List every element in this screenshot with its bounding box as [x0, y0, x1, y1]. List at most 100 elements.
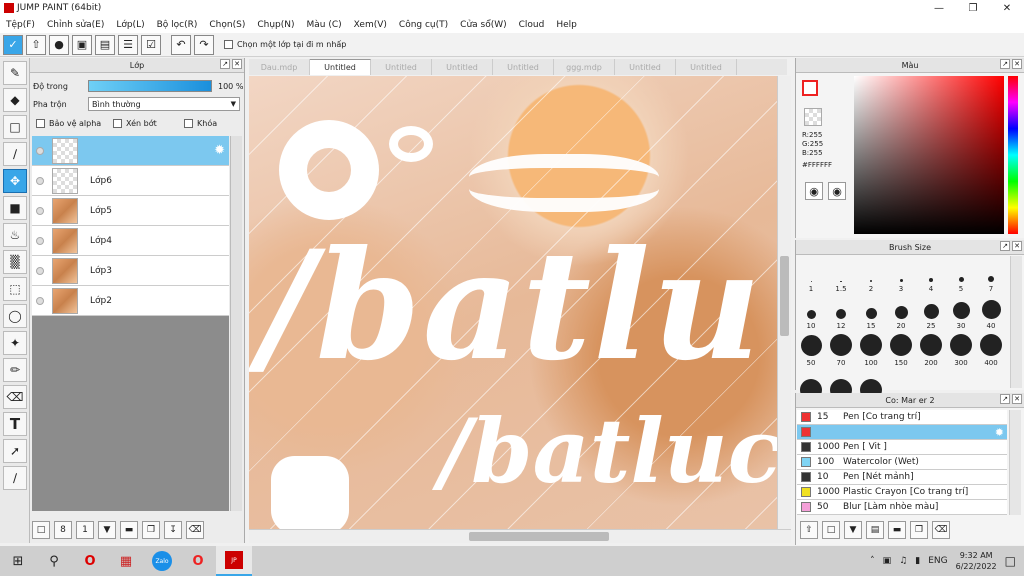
gradient-tool-icon[interactable]: ▒	[3, 250, 27, 274]
delete-brush-icon[interactable]: ⌫	[932, 521, 950, 539]
brush-list-scrollbar[interactable]	[1009, 410, 1021, 515]
select-eraser-tool-icon[interactable]: ⌫	[3, 385, 27, 409]
menu-window[interactable]: Cửa sổ(W)	[454, 20, 512, 30]
close-button[interactable]: ✕	[990, 0, 1024, 16]
brush-upload-icon[interactable]: ⇧	[800, 521, 818, 539]
search-icon[interactable]: ⚲	[36, 546, 72, 576]
brush-item[interactable]: 15 Pen [Co trang trí]	[797, 410, 1007, 425]
selection-tool-icon[interactable]: ⬚	[3, 277, 27, 301]
cloud-sync-icon[interactable]: ✓	[3, 34, 23, 55]
brush-size-scrollbar[interactable]	[1010, 256, 1022, 388]
palette-settings-icon[interactable]: ◉	[828, 182, 846, 200]
language-indicator[interactable]: ENG	[928, 556, 947, 566]
brush-tool-icon[interactable]: ✎	[3, 61, 27, 85]
menu-cloud[interactable]: Cloud	[513, 20, 551, 30]
minimize-button[interactable]: —	[922, 0, 956, 16]
brush-size-option[interactable]: 12	[826, 293, 856, 330]
tab-document[interactable]: Untitled	[493, 59, 554, 75]
menu-filter[interactable]: Bộ lọc(R)	[151, 20, 204, 30]
brush-size-option[interactable]: 3	[886, 256, 916, 293]
duplicate-brush-icon[interactable]: ❐	[910, 521, 928, 539]
tab-document[interactable]: Untitled	[676, 59, 737, 75]
brush-size-option[interactable]: 1	[796, 256, 826, 293]
tab-document[interactable]: Untitled	[310, 59, 371, 75]
eraser-tool-icon[interactable]: ◆	[3, 88, 27, 112]
eyedropper-tool-icon[interactable]: ∕	[3, 466, 27, 490]
move-tool-icon[interactable]: ✥	[3, 169, 27, 193]
rect-select-tool-icon[interactable]: □	[3, 115, 27, 139]
brush-size-option[interactable]: 300	[946, 330, 976, 367]
brush-size-option[interactable]: 400	[976, 330, 1006, 367]
palette-icon[interactable]: ◉	[805, 182, 823, 200]
settings-gear-icon[interactable]: ✹	[214, 143, 225, 158]
magic-wand-tool-icon[interactable]: ✦	[3, 331, 27, 355]
add-layer-menu-icon[interactable]: ▼	[98, 521, 116, 539]
brush-size-option[interactable]: 25	[916, 293, 946, 330]
float-icon[interactable]: ↗	[1000, 241, 1010, 251]
new-1bit-layer-icon[interactable]: 1	[76, 521, 94, 539]
tab-document[interactable]: ggg.mdp	[554, 59, 615, 75]
visibility-icon[interactable]	[36, 146, 44, 155]
blend-mode-select[interactable]: Bình thường ▼	[88, 97, 240, 111]
visibility-icon[interactable]	[36, 266, 44, 275]
brush-size-option[interactable]: 50	[796, 330, 826, 367]
menu-help[interactable]: Help	[550, 20, 583, 30]
share-icon[interactable]: ⇧	[26, 34, 46, 55]
add-brush-menu-icon[interactable]: ▼	[844, 521, 862, 539]
brush-size-option[interactable]: 7	[976, 256, 1006, 293]
clip-checkbox[interactable]	[113, 119, 122, 128]
opera-gx-icon[interactable]: O	[180, 546, 216, 576]
zalo-icon[interactable]: Zalo	[144, 546, 180, 576]
close-panel-icon[interactable]: ✕	[1012, 394, 1022, 404]
battery-icon[interactable]: ▮	[915, 556, 920, 566]
maximize-button[interactable]: ❐	[956, 0, 990, 16]
close-panel-icon[interactable]: ✕	[1012, 59, 1022, 69]
windows-start-icon[interactable]: ⊞	[0, 546, 36, 576]
brush-size-option[interactable]: 1.5	[826, 256, 856, 293]
visibility-icon[interactable]	[36, 296, 44, 305]
brush-size-option[interactable]: 70	[826, 330, 856, 367]
menu-color[interactable]: Màu (C)	[301, 20, 348, 30]
select-pen-tool-icon[interactable]: ✏	[3, 358, 27, 382]
brush-item[interactable]: 10 Pen [Nét mảnh]	[797, 470, 1007, 485]
new-brush-icon[interactable]: □	[822, 521, 840, 539]
canvas-vertical-scrollbar[interactable]	[777, 76, 791, 529]
layer-row[interactable]: Lớp4	[32, 226, 229, 256]
tab-document[interactable]: Untitled	[615, 59, 676, 75]
brush-size-option[interactable]: 10	[796, 293, 826, 330]
brush-item[interactable]: 50 Blur [Làm nhòe màu]	[797, 500, 1007, 515]
layer-row[interactable]: Lớp3	[32, 256, 229, 286]
notification-icon[interactable]: □	[1005, 554, 1016, 568]
tab-document[interactable]: Untitled	[371, 59, 432, 75]
close-panel-icon[interactable]: ✕	[1012, 241, 1022, 251]
list-icon[interactable]: ☰	[118, 34, 138, 55]
brush-size-option[interactable]: 4	[916, 256, 946, 293]
drawing-canvas[interactable]: /batlu /batluc	[249, 76, 777, 529]
menu-tools[interactable]: Công cụ(T)	[393, 20, 454, 30]
select-layer-checkbox[interactable]	[224, 40, 233, 49]
undo-icon[interactable]: ↶	[171, 34, 191, 55]
brush-item[interactable]: 100 Watercolor (Wet)	[797, 455, 1007, 470]
layer-row[interactable]: Lớp6	[32, 166, 229, 196]
brush-size-option[interactable]: 15	[856, 293, 886, 330]
jump-paint-taskbar-icon[interactable]: JP	[216, 546, 252, 576]
message-icon[interactable]: ▣	[72, 34, 92, 55]
transparent-swatch[interactable]	[804, 108, 822, 126]
text-tool-icon[interactable]: T	[3, 412, 27, 436]
visibility-icon[interactable]	[36, 206, 44, 215]
brush-item[interactable]: 1000 Pen [ Vit ]	[797, 440, 1007, 455]
menu-select[interactable]: Chọn(S)	[203, 20, 251, 30]
tab-document[interactable]: Untitled	[432, 59, 493, 75]
brush-size-option[interactable]: 5	[946, 256, 976, 293]
clock[interactable]: 9:32 AM 6/22/2022	[956, 550, 997, 572]
chevron-up-icon[interactable]: ˄	[870, 556, 875, 566]
layer-row[interactable]: Lớp2	[32, 286, 229, 316]
line-tool-icon[interactable]: ∕	[3, 142, 27, 166]
app-grid-icon[interactable]: ▦	[108, 546, 144, 576]
brush-size-option[interactable]: 200	[916, 330, 946, 367]
foreground-color-swatch[interactable]	[802, 80, 818, 96]
delete-layer-icon[interactable]: ⌫	[186, 521, 204, 539]
redo-icon[interactable]: ↷	[194, 34, 214, 55]
close-panel-icon[interactable]: ✕	[232, 59, 242, 69]
brush-item[interactable]: 1000 Plastic Crayon [Co trang trí]	[797, 485, 1007, 500]
